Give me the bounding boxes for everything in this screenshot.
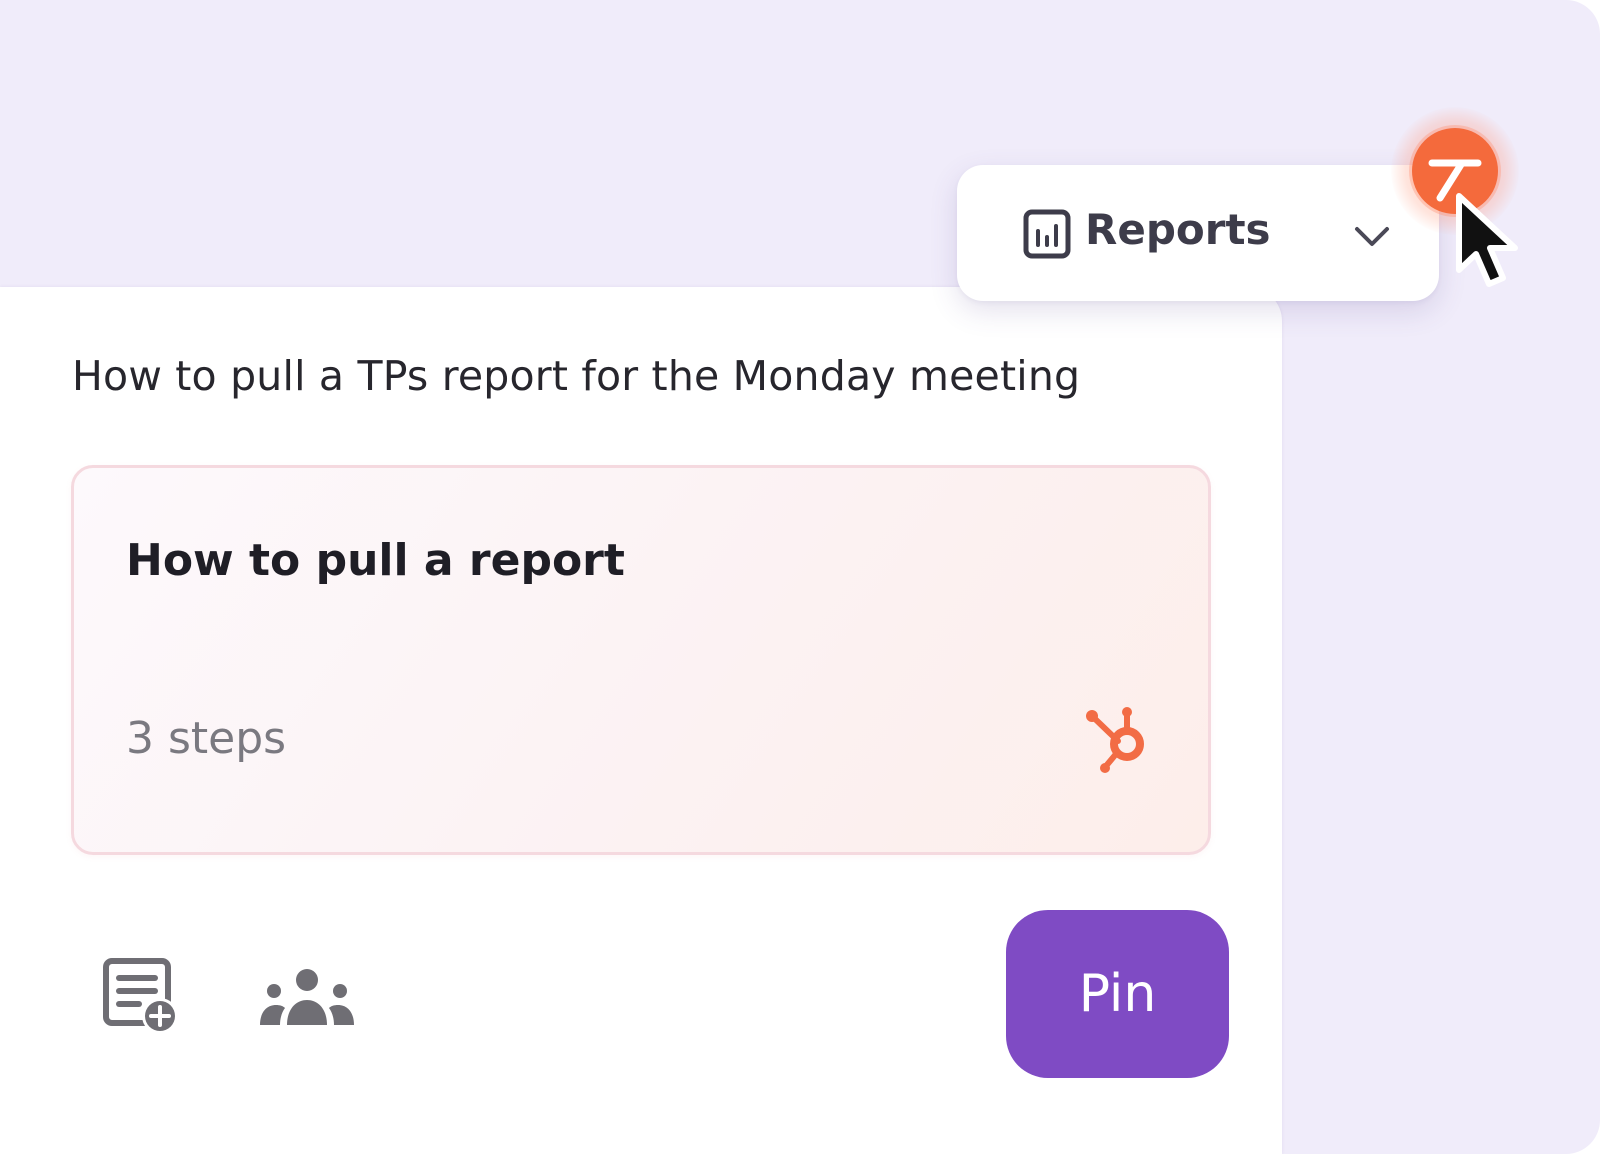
- guide-card[interactable]: How to pull a report 3 steps: [71, 465, 1211, 855]
- reports-dropdown-label: Reports: [1085, 205, 1271, 254]
- chevron-down-icon: [1355, 227, 1389, 246]
- page-title: How to pull a TPs report for the Monday …: [72, 352, 1081, 400]
- mouse-pointer-icon: [1456, 193, 1518, 287]
- guide-title: How to pull a report: [126, 535, 625, 586]
- add-document-icon[interactable]: [103, 958, 183, 1038]
- team-icon[interactable]: [260, 967, 354, 1027]
- pin-button[interactable]: Pin: [1006, 910, 1229, 1078]
- hubspot-icon: [1086, 707, 1144, 773]
- reports-dropdown[interactable]: Reports: [957, 165, 1439, 301]
- app-canvas: How to pull a TPs report for the Monday …: [0, 0, 1600, 1154]
- guide-step-count: 3 steps: [126, 713, 287, 764]
- bar-chart-box-icon: [1023, 209, 1071, 259]
